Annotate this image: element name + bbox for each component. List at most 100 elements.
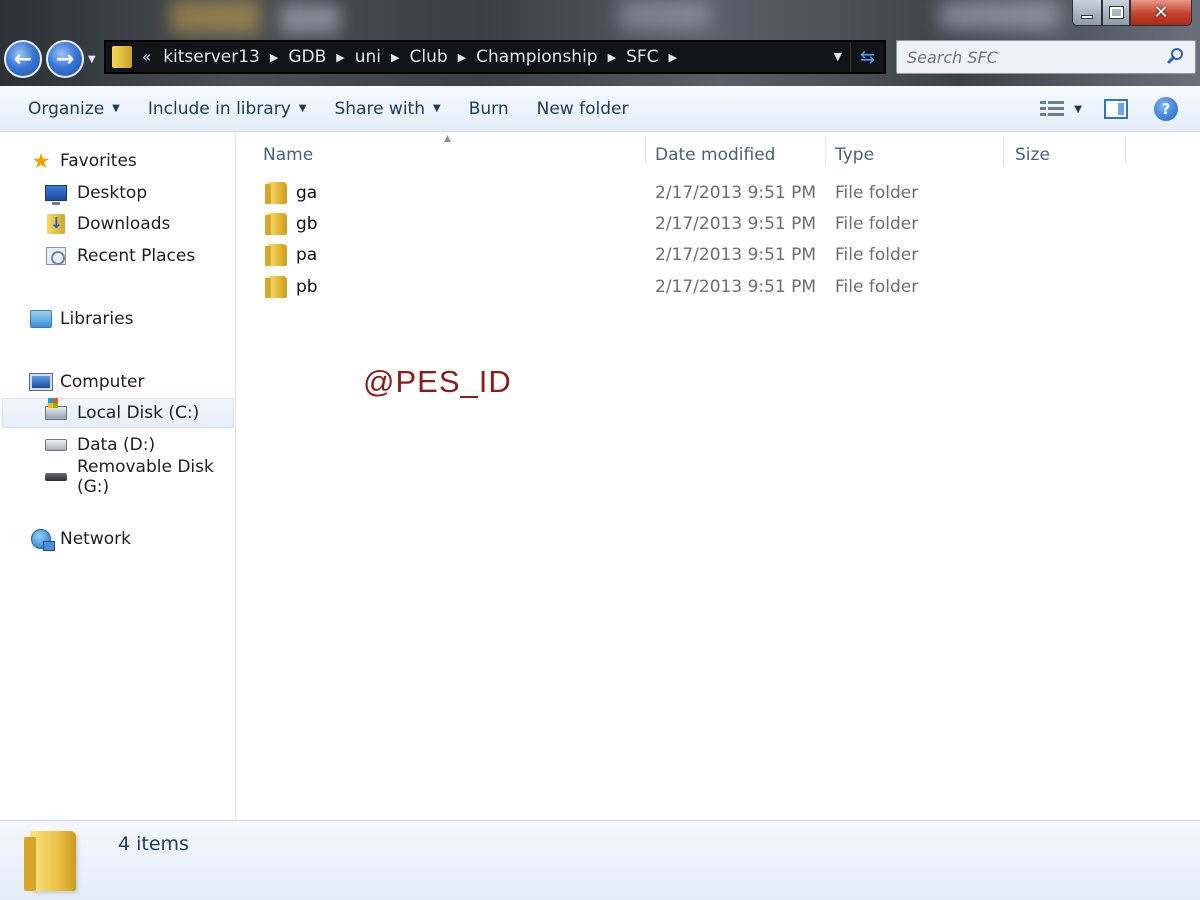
- table-row[interactable]: pb 2/17/2013 9:51 PM File folder: [255, 273, 1145, 303]
- sidebar-item-label: Downloads: [77, 214, 171, 234]
- address-overflow-icon[interactable]: «: [142, 48, 157, 66]
- libraries-icon: [30, 310, 52, 328]
- address-bar[interactable]: « kitserver13 ▶ GDB ▶ uni ▶ Club ▶ Champions…: [104, 40, 886, 74]
- chevron-down-icon: ▼: [1074, 103, 1082, 115]
- burn-label: Burn: [468, 98, 509, 119]
- breadcrumb-item[interactable]: kitserver13: [157, 47, 266, 67]
- help-icon: ?: [1161, 100, 1171, 118]
- breadcrumb-item[interactable]: uni: [349, 47, 387, 67]
- sidebar-item-network[interactable]: Network: [30, 524, 131, 554]
- chevron-down-icon: ▼: [112, 103, 120, 114]
- restore-button[interactable]: [1102, 0, 1130, 26]
- chevron-right-icon[interactable]: ▶: [665, 51, 681, 64]
- sidebar-item-label: Data (D:): [77, 435, 156, 455]
- breadcrumb-item[interactable]: Championship: [470, 47, 603, 67]
- minimize-button[interactable]: [1072, 0, 1102, 26]
- chevron-right-icon[interactable]: ▶: [454, 51, 470, 64]
- sidebar-item-label: Favorites: [60, 151, 137, 171]
- sidebar-item-downloads[interactable]: Downloads: [45, 209, 170, 239]
- sidebar-item-recent-places[interactable]: Recent Places: [45, 241, 195, 271]
- title-bar: ✕ ← → ▼ « kitserver13 ▶ GDB ▶ uni ▶ Club ▶ C…: [0, 0, 1200, 86]
- folder-icon: [265, 276, 287, 298]
- search-box: [896, 40, 1196, 74]
- preview-pane-button[interactable]: [1104, 99, 1128, 119]
- share-with-label: Share with: [334, 98, 425, 119]
- sidebar-item-label: Local Disk (C:): [77, 403, 200, 423]
- details-pane: 4 items: [0, 820, 1200, 900]
- file-date-modified: 2/17/2013 9:51 PM: [655, 245, 817, 265]
- help-button[interactable]: ?: [1154, 97, 1178, 121]
- breadcrumb-item[interactable]: GDB: [282, 47, 332, 67]
- breadcrumb-item[interactable]: SFC: [620, 47, 664, 67]
- folder-icon: [265, 182, 287, 204]
- sidebar-item-desktop[interactable]: Desktop: [45, 178, 147, 208]
- file-name: gb: [296, 214, 318, 234]
- sidebar-item-removable-disk-g[interactable]: Removable Disk (G:): [45, 457, 235, 497]
- include-in-library-menu[interactable]: Include in library ▼: [134, 86, 321, 131]
- file-type: File folder: [835, 277, 919, 297]
- file-date-modified: 2/17/2013 9:51 PM: [655, 277, 817, 297]
- search-input[interactable]: [907, 47, 1157, 67]
- chevron-down-icon: ▼: [298, 103, 307, 114]
- local-disk-icon: [45, 398, 67, 420]
- file-name: pa: [296, 245, 318, 265]
- table-row[interactable]: pa 2/17/2013 9:51 PM File folder: [255, 241, 1145, 271]
- table-row[interactable]: ga 2/17/2013 9:51 PM File folder: [255, 179, 1145, 209]
- command-bar: Organize ▼ Include in library ▼ Share with…: [0, 86, 1200, 132]
- column-header-size[interactable]: Size: [1015, 138, 1050, 172]
- computer-icon: [29, 373, 53, 391]
- drive-icon: [45, 439, 67, 451]
- close-button[interactable]: ✕: [1130, 0, 1192, 26]
- chevron-right-icon[interactable]: ▶: [266, 51, 282, 64]
- sidebar-item-computer[interactable]: Computer: [29, 367, 145, 397]
- sidebar-item-data-d[interactable]: Data (D:): [45, 430, 155, 460]
- new-folder-label: New folder: [536, 98, 629, 119]
- back-arrow-icon: ←: [13, 46, 33, 72]
- file-date-modified: 2/17/2013 9:51 PM: [655, 183, 817, 203]
- file-type: File folder: [835, 183, 919, 203]
- folder-icon: [24, 831, 76, 891]
- forward-button[interactable]: →: [46, 40, 84, 78]
- burn-button[interactable]: Burn: [455, 86, 523, 131]
- address-dropdown-icon[interactable]: ▼: [834, 50, 842, 63]
- sidebar-item-label: Recent Places: [77, 246, 196, 266]
- restore-icon: [1108, 6, 1124, 19]
- organize-menu[interactable]: Organize ▼: [0, 86, 134, 131]
- change-view-button[interactable]: ▼: [1040, 101, 1082, 117]
- sidebar-item-favorites[interactable]: ★ Favorites: [30, 146, 137, 176]
- window-controls: ✕: [1072, 0, 1192, 26]
- column-header-name[interactable]: Name: [263, 138, 313, 172]
- sidebar-item-libraries[interactable]: Libraries: [30, 304, 133, 334]
- column-header-date-modified[interactable]: Date modified: [655, 138, 775, 172]
- breadcrumb: « kitserver13 ▶ GDB ▶ uni ▶ Club ▶ Champions…: [142, 47, 681, 67]
- sidebar-item-label: Removable Disk (G:): [77, 457, 214, 497]
- chevron-right-icon[interactable]: ▶: [387, 51, 403, 64]
- sort-ascending-icon: ▲: [444, 134, 451, 144]
- desktop-icon: [45, 185, 67, 205]
- file-type: File folder: [835, 214, 919, 234]
- recent-places-icon: [46, 247, 66, 265]
- table-row[interactable]: gb 2/17/2013 9:51 PM File folder: [255, 210, 1145, 240]
- views-icon: [1040, 101, 1065, 117]
- sidebar-item-local-disk-c[interactable]: Local Disk (C:): [2, 398, 234, 428]
- share-with-menu[interactable]: Share with ▼: [320, 86, 454, 131]
- column-header-type[interactable]: Type: [835, 138, 874, 172]
- chevron-right-icon[interactable]: ▶: [604, 51, 620, 64]
- sidebar-item-label: Computer: [60, 372, 145, 392]
- recent-pages-dropdown-icon[interactable]: ▼: [88, 54, 96, 65]
- file-name: ga: [296, 183, 318, 203]
- breadcrumb-item[interactable]: Club: [404, 47, 454, 67]
- organize-label: Organize: [28, 98, 105, 119]
- item-count: 4 items: [118, 833, 189, 855]
- close-icon: ✕: [1153, 1, 1169, 23]
- chevron-right-icon[interactable]: ▶: [332, 51, 348, 64]
- sidebar-item-label: Desktop: [77, 183, 148, 203]
- chevron-down-icon: ▼: [433, 103, 441, 114]
- search-icon[interactable]: [1167, 47, 1185, 65]
- include-in-library-label: Include in library: [147, 98, 291, 119]
- new-folder-button[interactable]: New folder: [523, 86, 643, 131]
- file-date-modified: 2/17/2013 9:51 PM: [655, 214, 817, 234]
- back-button[interactable]: ←: [4, 40, 42, 78]
- minimize-icon: [1081, 14, 1093, 19]
- refresh-button[interactable]: ⇆: [850, 42, 884, 72]
